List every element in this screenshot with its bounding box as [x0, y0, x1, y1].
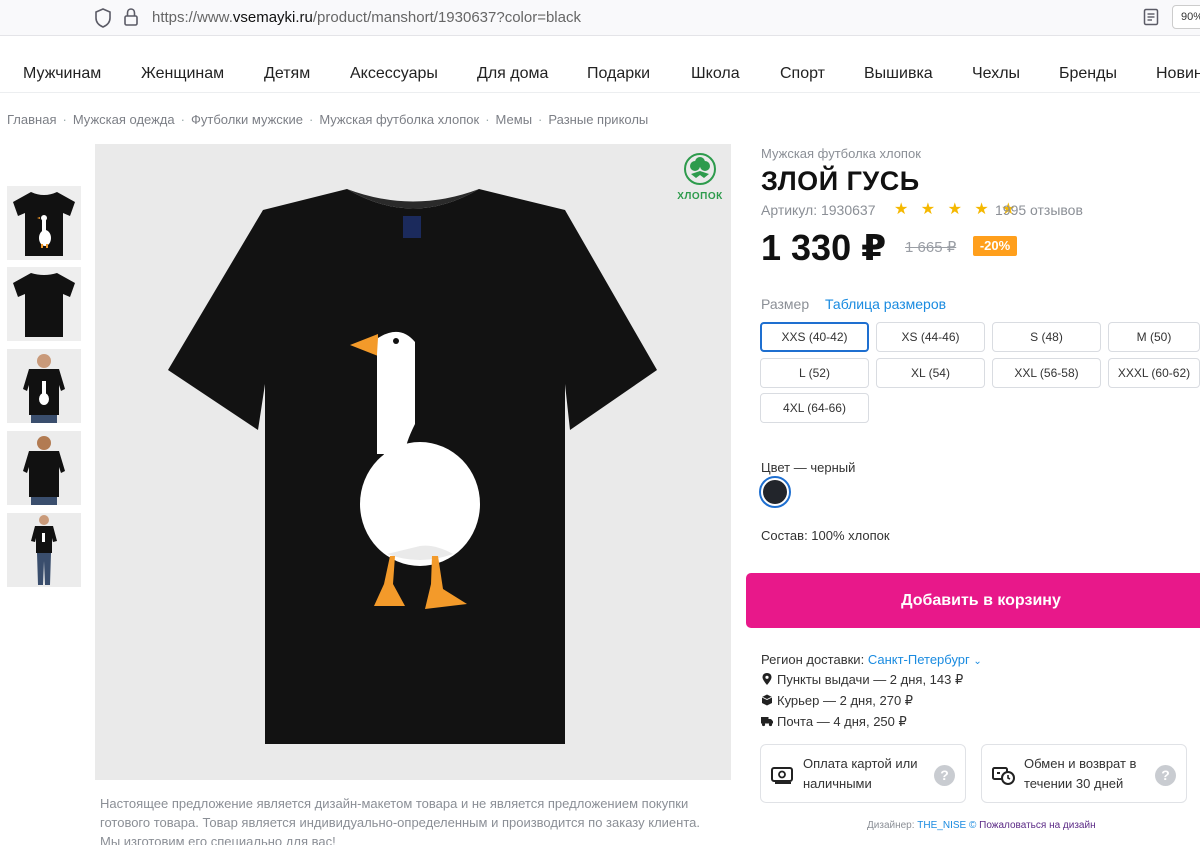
- payment-info-box[interactable]: Оплата картой или наличными ?: [760, 744, 966, 803]
- region-label: Регион доставки:: [761, 652, 865, 667]
- designer-name[interactable]: THE_NISE: [917, 820, 966, 831]
- thumbnail-front[interactable]: [7, 186, 81, 260]
- cotton-badge: ХЛОПОК: [676, 152, 724, 204]
- reader-view-icon[interactable]: [1143, 8, 1159, 26]
- size-option-m[interactable]: M (50): [1108, 322, 1200, 352]
- nav-item-kids[interactable]: Детям: [264, 65, 310, 83]
- size-chart-link[interactable]: Таблица размеров: [825, 296, 946, 312]
- size-option-xxl[interactable]: XXL (56-58): [992, 358, 1101, 388]
- nav-item-men[interactable]: Мужчинам: [23, 65, 101, 83]
- size-option-xxxl[interactable]: XXXL (60-62): [1108, 358, 1200, 388]
- breadcrumb-separator: ·: [485, 112, 490, 127]
- delivery-post: Почта — 4 дня, 250 ₽: [761, 714, 907, 730]
- nav-item-brands[interactable]: Бренды: [1059, 65, 1117, 83]
- delivery-post-text: Почта — 4 дня, 250 ₽: [777, 714, 907, 729]
- truck-icon: [761, 717, 773, 727]
- cotton-icon: [684, 153, 716, 185]
- model-back-image: [7, 431, 81, 505]
- breadcrumb-cotton-tshirt[interactable]: Мужская футболка хлопок: [319, 112, 479, 127]
- nav-item-school[interactable]: Школа: [691, 65, 740, 83]
- package-icon: [761, 694, 773, 706]
- size-option-4xl[interactable]: 4XL (64-66): [760, 393, 869, 423]
- thumbnail-model-full[interactable]: [7, 513, 81, 587]
- returns-info-text: Обмен и возврат в течении 30 дней: [1024, 756, 1137, 791]
- breadcrumb-separator: ·: [62, 112, 67, 127]
- designer-credit: Дизайнер: THE_NISE © Пожаловаться на диз…: [867, 820, 1096, 831]
- main-nav: Мужчинам Женщинам Детям Аксессуары Для д…: [0, 48, 1200, 93]
- product-price: 1 330 ₽: [761, 227, 887, 268]
- copyright-symbol: ©: [968, 820, 977, 831]
- composition-text: Состав: 100% хлопок: [761, 528, 890, 543]
- help-icon[interactable]: ?: [934, 765, 955, 786]
- breadcrumb-separator: ·: [308, 112, 314, 127]
- region-city[interactable]: Санкт-Петербург: [868, 652, 970, 667]
- thumbnail-model-front[interactable]: [7, 349, 81, 423]
- nav-item-home[interactable]: Для дома: [477, 65, 548, 83]
- nav-item-embroidery[interactable]: Вышивка: [864, 65, 933, 83]
- nav-item-gifts[interactable]: Подарки: [587, 65, 650, 83]
- size-option-s[interactable]: S (48): [992, 322, 1101, 352]
- breadcrumb-jokes[interactable]: Разные приколы: [548, 112, 648, 127]
- map-pin-icon: [762, 673, 772, 685]
- zoom-level[interactable]: 90%: [1172, 5, 1200, 29]
- tshirt-goose-image: [168, 189, 657, 744]
- delivery-region: Регион доставки: Санкт-Петербург ⌄: [761, 652, 982, 667]
- color-swatch-fill: [763, 480, 787, 504]
- color-swatch-black[interactable]: [759, 476, 791, 508]
- payment-info-text: Оплата картой или наличными: [803, 756, 918, 791]
- delivery-courier: Курьер — 2 дня, 270 ₽: [761, 693, 913, 709]
- size-label: Размер: [761, 296, 810, 312]
- breadcrumb: Главная · Мужская одежда · Футболки мужские ·…: [7, 112, 648, 127]
- size-option-xxs[interactable]: XXS (40-42): [760, 322, 869, 352]
- cotton-label: ХЛОПОК: [677, 191, 723, 202]
- payment-icon: [771, 767, 793, 784]
- reviews-link[interactable]: 1995 отзывов: [995, 202, 1083, 218]
- breadcrumb-memes[interactable]: Мемы: [496, 112, 533, 127]
- delivery-pickup-text: Пункты выдачи — 2 дня, 143 ₽: [777, 672, 964, 687]
- size-option-xl[interactable]: XL (54): [876, 358, 985, 388]
- breadcrumb-mens-tshirts[interactable]: Футболки мужские: [191, 112, 303, 127]
- add-to-cart-button[interactable]: Добавить в корзину: [746, 573, 1200, 628]
- thumbnail-model-back[interactable]: [7, 431, 81, 505]
- delivery-pickup: Пункты выдачи — 2 дня, 143 ₽: [761, 672, 963, 688]
- color-label: Цвет — черный: [761, 460, 856, 475]
- product-category: Мужская футболка хлопок: [761, 146, 921, 161]
- model-full-image: [7, 513, 81, 587]
- nav-item-accessories[interactable]: Аксессуары: [350, 65, 438, 83]
- breadcrumb-mens-clothing[interactable]: Мужская одежда: [73, 112, 175, 127]
- delivery-courier-text: Курьер — 2 дня, 270 ₽: [777, 693, 914, 708]
- size-option-xs[interactable]: XS (44-46): [876, 322, 985, 352]
- old-price: 1 665 ₽: [905, 239, 957, 256]
- tshirt-front-image: [13, 192, 75, 256]
- lock-icon[interactable]: [123, 8, 139, 26]
- discount-badge: -20%: [973, 236, 1017, 256]
- help-icon[interactable]: ?: [1155, 765, 1176, 786]
- breadcrumb-home[interactable]: Главная: [7, 112, 56, 127]
- designer-label: Дизайнер:: [867, 820, 915, 831]
- product-sku: Артикул: 1930637: [761, 202, 876, 218]
- report-design-link[interactable]: Пожаловаться на дизайн: [979, 820, 1095, 831]
- product-title: ЗЛОЙ ГУСЬ: [761, 166, 920, 196]
- chevron-down-icon[interactable]: ⌄: [973, 656, 981, 667]
- nav-item-sport[interactable]: Спорт: [780, 65, 825, 83]
- tshirt-back-image: [13, 273, 75, 337]
- region-city-select[interactable]: Санкт-Петербург ⌄: [868, 652, 982, 667]
- thumbnail-back[interactable]: [7, 267, 81, 341]
- main-product-image[interactable]: [95, 144, 731, 780]
- breadcrumb-separator: ·: [180, 112, 185, 127]
- returns-info-box[interactable]: Обмен и возврат в течении 30 дней ?: [981, 744, 1187, 803]
- browser-url-bar[interactable]: https://www.vsemayki.ru/product/manshort…: [0, 0, 1200, 36]
- shield-icon[interactable]: [94, 8, 112, 28]
- return-icon: [992, 767, 1015, 785]
- size-option-l[interactable]: L (52): [760, 358, 869, 388]
- nav-item-cases[interactable]: Чехлы: [972, 65, 1020, 83]
- nav-item-new[interactable]: Новин: [1156, 65, 1200, 83]
- url-text[interactable]: https://www.vsemayki.ru/product/manshort…: [152, 9, 581, 26]
- model-front-image: [7, 349, 81, 423]
- breadcrumb-separator: ·: [538, 112, 543, 127]
- nav-item-women[interactable]: Женщинам: [141, 65, 224, 83]
- disclaimer-text: Настоящее предложение является дизайн-ма…: [100, 796, 700, 845]
